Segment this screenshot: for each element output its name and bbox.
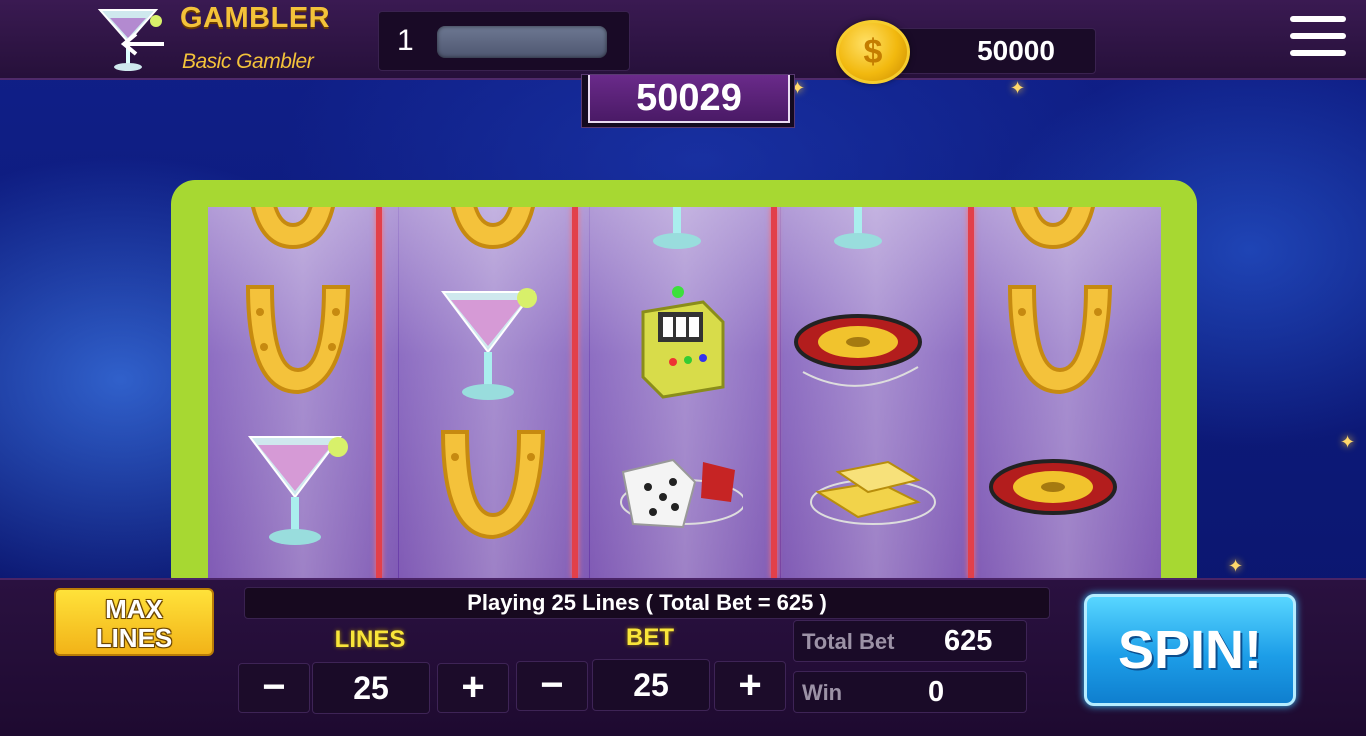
- reel-divider: [376, 207, 382, 578]
- horseshoe-icon: [1010, 207, 1096, 250]
- total-bet-label: Total Bet: [802, 629, 895, 654]
- lines-value: 25: [312, 662, 430, 714]
- sparkle-icon: ✦: [1010, 78, 1026, 98]
- total-bet-value: 625: [944, 625, 993, 657]
- horseshoe-icon: [250, 207, 336, 250]
- spin-button[interactable]: SPIN!: [1084, 594, 1296, 706]
- max-lines-label-line1: MAX: [105, 594, 163, 624]
- reel-divider: [968, 207, 974, 578]
- bet-decrease-button[interactable]: −: [516, 661, 588, 711]
- total-bet-box: Total Bet 625: [793, 620, 1027, 662]
- martini-glass-icon: [834, 207, 882, 249]
- menu-line-icon: [1290, 50, 1346, 56]
- coin-icon: $: [836, 20, 910, 84]
- lines-decrease-button[interactable]: −: [238, 663, 310, 713]
- horseshoe-icon: [1007, 285, 1113, 395]
- lines-label: LINES: [334, 626, 406, 653]
- martini-glass-icon: [248, 436, 348, 545]
- sparkle-icon: ✦: [1340, 432, 1356, 452]
- gold-bars-icon: [810, 460, 936, 525]
- reel-divider: [572, 207, 578, 578]
- dice-icon: [620, 458, 743, 529]
- reel-divider: [771, 207, 777, 578]
- win-label: Win: [802, 680, 843, 705]
- menu-line-icon: [1290, 33, 1346, 39]
- horseshoe-icon: [440, 430, 546, 540]
- hamburger-menu-button[interactable]: [1290, 16, 1346, 62]
- player-rank: Basic Gambler: [182, 50, 314, 73]
- jackpot-value: 50029: [588, 75, 790, 123]
- sparkle-icon: ✦: [1228, 556, 1244, 576]
- reels-area: [208, 207, 1161, 578]
- roulette-wheel-icon: [794, 314, 922, 387]
- lines-increase-button[interactable]: +: [437, 663, 509, 713]
- horseshoe-icon: [450, 207, 536, 250]
- max-lines-label-line2: LINES: [95, 623, 173, 653]
- horseshoe-icon: [245, 285, 351, 395]
- max-lines-button[interactable]: MAX LINES: [54, 588, 214, 656]
- slot-machine-icon: [641, 286, 725, 399]
- jackpot-display: 50029: [581, 74, 795, 128]
- martini-logo-icon: [97, 9, 164, 71]
- coin-balance-value: 50000: [977, 35, 1055, 66]
- coin-balance: 50000: [880, 28, 1096, 74]
- bet-value: 25: [592, 659, 710, 711]
- roulette-wheel-icon: [989, 459, 1117, 515]
- bet-increase-button[interactable]: +: [714, 661, 786, 711]
- bet-status-text: Playing 25 Lines ( Total Bet = 625 ): [244, 587, 1050, 619]
- xp-progress-bar: [437, 26, 607, 58]
- level-box: 1: [378, 11, 630, 71]
- win-box: Win 0: [793, 671, 1027, 713]
- martini-glass-icon: [441, 288, 537, 400]
- bet-label: BET: [626, 624, 674, 651]
- martini-glass-icon: [653, 207, 701, 249]
- brand-title: GAMBLER: [180, 2, 331, 34]
- level-number: 1: [397, 24, 414, 57]
- top-bar: GAMBLER Basic Gambler 1 50000 $: [0, 0, 1366, 84]
- menu-line-icon: [1290, 16, 1346, 22]
- win-value: 0: [928, 676, 945, 708]
